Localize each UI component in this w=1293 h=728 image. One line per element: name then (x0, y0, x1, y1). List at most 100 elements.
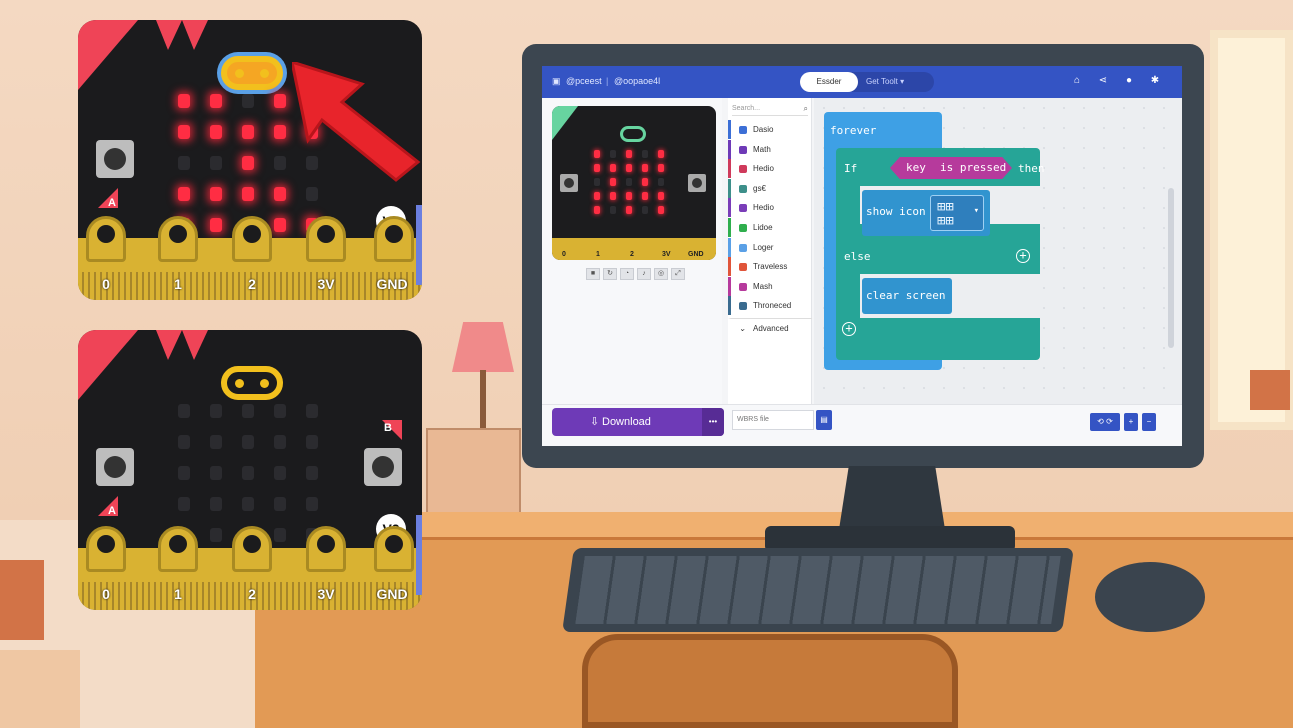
icon-picker[interactable]: ⊞⊞ ⊞⊞ ▾ (930, 195, 984, 231)
led (210, 218, 222, 232)
sim-logo-icon[interactable] (620, 126, 646, 142)
download-more-icon[interactable]: ••• (702, 408, 724, 436)
pin-1-pad[interactable] (158, 216, 198, 262)
home-icon[interactable]: ⌂ (1072, 76, 1082, 86)
pin-3v-pad[interactable] (306, 216, 346, 262)
workspace-scrollbar[interactable] (1168, 188, 1174, 348)
edge-connector: 0 1 2 3V GND (78, 526, 422, 610)
led (242, 156, 254, 170)
if-else-block[interactable]: If key is pressed then show icon ⊞⊞ ⊞⊞ ▾ … (836, 148, 1045, 360)
restart-icon[interactable]: ↻ (603, 268, 617, 280)
button-a-label: A (108, 197, 116, 209)
sim-pin-2[interactable]: 2 (630, 251, 634, 258)
led (274, 528, 286, 542)
share-icon[interactable]: ⋖ (1098, 76, 1108, 86)
slowmo-icon[interactable]: ◔ (620, 268, 634, 280)
add-else-icon[interactable]: + (1016, 249, 1030, 263)
sim-pin-0[interactable]: 0 (562, 251, 566, 258)
grid-icon: ⊞⊞ ⊞⊞ (937, 199, 954, 229)
toolbox-advanced[interactable]: ⌄ Advanced (728, 318, 812, 337)
button-a[interactable] (96, 448, 134, 486)
chair (582, 634, 958, 728)
help-icon[interactable]: ● (1124, 76, 1134, 86)
corner-accent-icon (182, 20, 208, 50)
add-condition-icon[interactable]: + (842, 322, 856, 336)
corner-accent-icon (78, 330, 138, 400)
button-b[interactable] (364, 448, 402, 486)
toolbox-item[interactable]: Traveless (728, 257, 812, 277)
sim-led-grid (594, 150, 664, 214)
corner-accent-icon (156, 330, 182, 360)
toolbox-item[interactable]: Hedio (728, 198, 812, 218)
touch-logo-icon[interactable] (221, 366, 283, 400)
if-label: If (844, 162, 858, 175)
pin-2-pad[interactable] (232, 216, 272, 262)
toolbox-item[interactable]: Lidoe (728, 218, 812, 237)
pin-0-pad[interactable] (86, 216, 126, 262)
sim-button-a[interactable] (560, 174, 578, 192)
gear-icon[interactable]: ✱ (1150, 76, 1160, 86)
project-name-input[interactable]: WBRS file (732, 410, 814, 430)
stop-icon[interactable]: ■ (586, 268, 600, 280)
lamp-stem (480, 370, 486, 430)
save-icon[interactable]: ▤ (816, 410, 832, 430)
is-pressed-label: is pressed (940, 161, 1007, 174)
led (178, 156, 190, 170)
then-label: then (1018, 162, 1045, 175)
blocks-workspace[interactable]: forever If key is pressed then show icon… (814, 98, 1182, 404)
toolbox-item[interactable]: Throneced (728, 296, 812, 316)
toolbox-search-placeholder: Search... (732, 105, 761, 112)
tab-blocks-label: Essder (816, 77, 842, 86)
tab-blocks[interactable]: Essder (800, 72, 858, 92)
search-icon[interactable]: ⌕ (804, 102, 808, 116)
button-a[interactable] (96, 140, 134, 178)
touch-logo-icon[interactable] (221, 56, 283, 90)
led (274, 125, 286, 139)
toolbox-item[interactable]: Math (728, 139, 812, 159)
simulator-board[interactable]: 0 1 2 3V GND (552, 106, 716, 260)
screenshot-icon[interactable]: ◎ (654, 268, 668, 280)
mute-icon[interactable]: ♪ (637, 268, 651, 280)
key-pressed-block[interactable]: key is pressed (890, 157, 1012, 179)
undo-redo-icon[interactable]: ⟲ ⟳ (1090, 413, 1120, 431)
toolbox-item[interactable]: Hedio (728, 159, 812, 179)
sim-pin-3v[interactable]: 3V (662, 251, 671, 258)
microbit-board-bottom: A B V2 0 1 2 3V GND (78, 330, 422, 610)
toolbox-item[interactable]: Loger (728, 237, 812, 257)
sim-edge-connector: 0 1 2 3V GND (552, 238, 716, 260)
zoom-in-icon[interactable]: + (1124, 413, 1138, 431)
led (210, 404, 222, 418)
else-label: else (844, 250, 871, 263)
download-button[interactable]: ⇩ Download ••• (552, 408, 724, 436)
led (178, 187, 190, 201)
sim-led (626, 178, 632, 186)
clear-screen-block[interactable]: clear screen (862, 278, 952, 314)
pin-2-pad[interactable] (232, 526, 272, 572)
toolbox-item[interactable]: Mash (728, 276, 812, 296)
pin-0-pad[interactable] (86, 526, 126, 572)
chevron-down-icon: ⌄ (739, 324, 746, 333)
chevron-down-icon[interactable]: ▾ (974, 206, 979, 216)
zoom-out-icon[interactable]: − (1142, 413, 1156, 431)
sim-led (642, 150, 648, 158)
show-icon-block[interactable]: show icon ⊞⊞ ⊞⊞ ▾ (862, 190, 990, 236)
pin-1-pad[interactable] (158, 526, 198, 572)
category-icon (739, 224, 747, 232)
tab-other[interactable]: Get Toolt ▾ (866, 72, 904, 92)
sim-button-b[interactable] (688, 174, 706, 192)
fullscreen-icon[interactable]: ⤢ (671, 268, 685, 280)
pin-gnd-pad[interactable] (374, 216, 414, 262)
toolbox-item-label: Throneced (753, 301, 792, 311)
led (210, 466, 222, 480)
sim-led (610, 150, 616, 158)
pin-0-label: 0 (102, 276, 110, 292)
toolbox-item[interactable]: gs€ (728, 178, 812, 198)
sim-led (610, 192, 616, 200)
pin-3v-pad[interactable] (306, 526, 346, 572)
sim-pin-1[interactable]: 1 (596, 251, 600, 258)
toolbox-item[interactable]: Dasio (728, 120, 812, 139)
toolbox-search[interactable]: Search... ⌕ (732, 102, 808, 116)
pin-gnd-pad[interactable] (374, 526, 414, 572)
sim-pin-gnd[interactable]: GND (688, 251, 704, 258)
sim-led (610, 206, 616, 214)
